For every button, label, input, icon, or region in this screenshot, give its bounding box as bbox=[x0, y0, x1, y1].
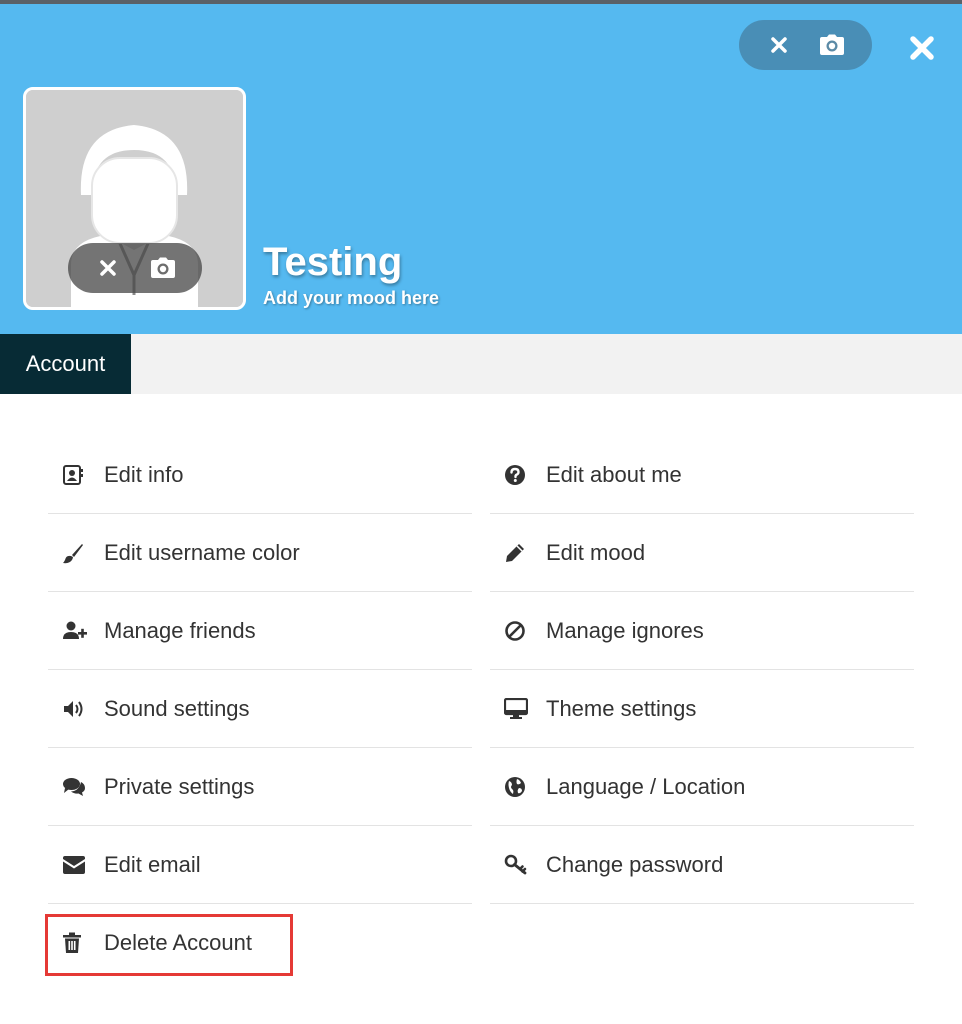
camera-icon bbox=[819, 34, 844, 55]
edit-username-color-item[interactable]: Edit username color bbox=[48, 514, 472, 592]
edit-username-color-label: Edit username color bbox=[104, 539, 300, 565]
globe-icon bbox=[505, 776, 525, 797]
mood-text[interactable]: Add your mood here bbox=[263, 288, 439, 309]
avatar bbox=[23, 87, 246, 310]
edit-info-item[interactable]: Edit info bbox=[48, 436, 472, 514]
upload-avatar-button[interactable] bbox=[143, 248, 183, 288]
user-plus-icon bbox=[63, 621, 87, 639]
camera-icon bbox=[150, 257, 175, 278]
manage-friends-item[interactable]: Manage friends bbox=[48, 592, 472, 670]
address-card-icon bbox=[63, 464, 83, 485]
close-button[interactable] bbox=[902, 28, 942, 68]
change-password-label: Change password bbox=[546, 851, 724, 877]
edit-mood-label: Edit mood bbox=[546, 539, 646, 565]
x-icon bbox=[99, 260, 116, 276]
tab-bar: Account bbox=[0, 334, 962, 394]
edit-email-item[interactable]: Edit email bbox=[48, 826, 472, 904]
theme-settings-item[interactable]: Theme settings bbox=[490, 670, 914, 748]
change-password-item[interactable]: Change password bbox=[490, 826, 914, 904]
remove-cover-button[interactable] bbox=[759, 25, 799, 65]
upload-cover-button[interactable] bbox=[812, 25, 852, 65]
volume-icon bbox=[64, 700, 83, 717]
delete-account-label: Delete Account bbox=[104, 930, 252, 955]
envelope-icon bbox=[63, 855, 85, 874]
manage-ignores-label: Manage ignores bbox=[546, 617, 704, 643]
cover-actions bbox=[739, 20, 872, 70]
theme-settings-label: Theme settings bbox=[546, 695, 697, 721]
language-location-item[interactable]: Language / Location bbox=[490, 748, 914, 826]
comments-icon bbox=[63, 777, 85, 796]
desktop-icon bbox=[504, 697, 528, 719]
edit-email-label: Edit email bbox=[104, 851, 201, 877]
close-icon bbox=[910, 36, 934, 60]
avatar-actions bbox=[68, 243, 202, 293]
delete-account-item[interactable]: Delete Account bbox=[48, 904, 472, 982]
edit-about-me-label: Edit about me bbox=[546, 461, 682, 487]
language-location-label: Language / Location bbox=[546, 773, 746, 799]
edit-about-me-item[interactable]: Edit about me bbox=[490, 436, 914, 514]
private-settings-item[interactable]: Private settings bbox=[48, 748, 472, 826]
edit-info-label: Edit info bbox=[104, 461, 184, 487]
manage-ignores-item[interactable]: Manage ignores bbox=[490, 592, 914, 670]
sound-settings-item[interactable]: Sound settings bbox=[48, 670, 472, 748]
menu-column-left: Edit info Edit username color Manage fri… bbox=[48, 436, 472, 982]
manage-friends-label: Manage friends bbox=[104, 617, 256, 643]
key-icon bbox=[504, 854, 527, 874]
trash-icon bbox=[63, 932, 81, 953]
menu-column-right: Edit about me Edit mood Manage ignores T… bbox=[490, 436, 914, 904]
profile-header: Testing Add your mood here bbox=[0, 4, 962, 334]
username: Testing bbox=[263, 240, 403, 284]
paint-brush-icon bbox=[63, 543, 83, 563]
remove-avatar-button[interactable] bbox=[88, 248, 128, 288]
ban-icon bbox=[505, 620, 525, 641]
question-circle-icon bbox=[505, 464, 525, 485]
edit-mood-item[interactable]: Edit mood bbox=[490, 514, 914, 592]
pencil-icon bbox=[506, 543, 524, 562]
tab-account[interactable]: Account bbox=[0, 334, 131, 394]
x-icon bbox=[771, 37, 787, 53]
sound-settings-label: Sound settings bbox=[104, 695, 250, 721]
private-settings-label: Private settings bbox=[104, 773, 255, 799]
